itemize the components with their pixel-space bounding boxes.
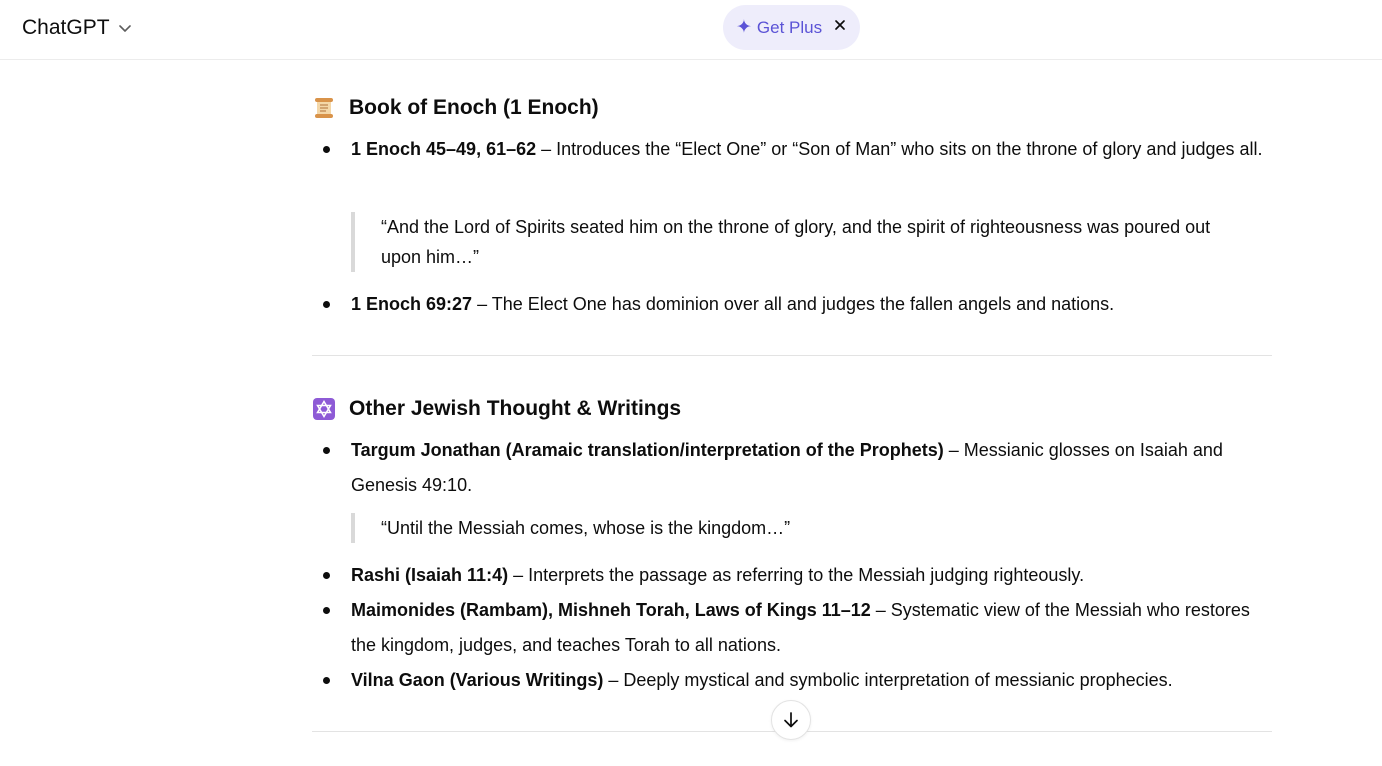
model-picker-button[interactable]: ChatGPT (12, 11, 142, 45)
reference: 1 Enoch 69:27 (351, 294, 473, 314)
star-of-david-emoji (313, 398, 335, 420)
bullet (323, 447, 330, 454)
top-bar: ChatGPT ✦ Get Plus (0, 0, 1382, 60)
section-heading-enoch: Book of Enoch (1 Enoch) (312, 96, 599, 120)
blockquote: “And the Lord of Spirits seated him on t… (351, 212, 1231, 272)
scroll-to-bottom-button[interactable] (771, 700, 811, 740)
list-item: Vilna Gaon (Various Writings) – Deeply m… (323, 663, 1266, 698)
list-item: 1 Enoch 45–49, 61–62 – Introduces the “E… (323, 132, 1266, 167)
reference: Vilna Gaon (Various Writings) (351, 670, 604, 690)
chevron-down-icon (118, 25, 131, 32)
bullet (323, 301, 330, 308)
list-item: Rashi (Isaiah 11:4) – Interprets the pas… (323, 558, 1266, 593)
section-title: Other Jewish Thought & Writings (349, 397, 682, 420)
reference: Maimonides (Rambam), Mishneh Torah, Laws… (351, 600, 871, 620)
bullet (323, 607, 330, 614)
close-icon[interactable] (833, 18, 847, 32)
item-text: – Introduces the “Elect One” or “Son of … (536, 139, 1263, 159)
section-heading-jewish-thought: Other Jewish Thought & Writings (312, 397, 681, 421)
get-plus-label: Get Plus (756, 17, 823, 37)
quote-text: “Until the Messiah comes, whose is the k… (381, 518, 791, 538)
section-divider (312, 355, 1272, 356)
quote-text: “And the Lord of Spirits seated him on t… (381, 217, 1211, 267)
list-item: Maimonides (Rambam), Mishneh Torah, Laws… (323, 593, 1266, 663)
list-item: Targum Jonathan (Aramaic translation/int… (323, 433, 1266, 503)
bullet (323, 677, 330, 684)
reference: 1 Enoch 45–49, 61–62 (351, 139, 537, 159)
get-plus-pill[interactable]: ✦ Get Plus (723, 5, 860, 50)
sparkle-icon: ✦ (736, 17, 752, 38)
reference: Targum Jonathan (Aramaic translation/int… (351, 440, 944, 460)
item-text: – The Elect One has dominion over all an… (472, 294, 1115, 314)
blockquote: “Until the Messiah comes, whose is the k… (351, 513, 1231, 543)
model-name: ChatGPT (22, 16, 110, 39)
scroll-emoji (315, 98, 333, 118)
arrow-down-icon (784, 712, 798, 728)
bullet (323, 146, 330, 153)
section-title: Book of Enoch (1 Enoch) (349, 96, 599, 119)
item-text: – Interprets the passage as referring to… (508, 565, 1085, 585)
item-text: – Deeply mystical and symbolic interpret… (603, 670, 1173, 690)
list-item: 1 Enoch 69:27 – The Elect One has domini… (323, 287, 1266, 322)
bullet (323, 572, 330, 579)
reference: Rashi (Isaiah 11:4) (351, 565, 509, 585)
